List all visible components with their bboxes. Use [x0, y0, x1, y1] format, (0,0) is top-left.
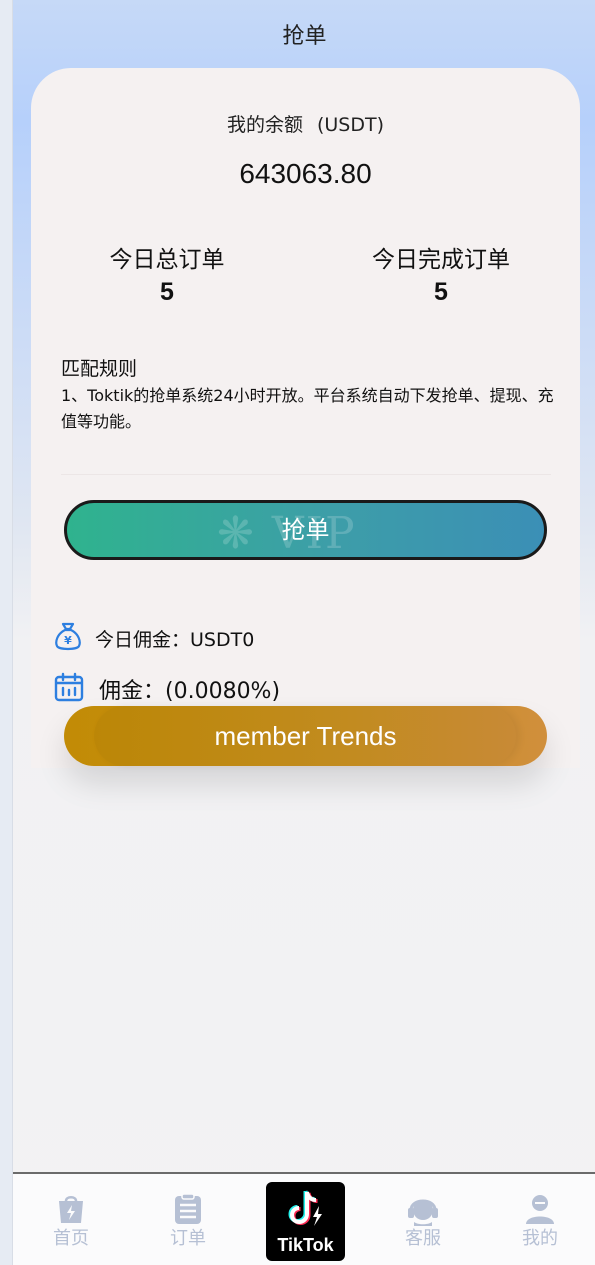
divider — [61, 474, 551, 475]
tab-mine-label: 我的 — [522, 1228, 558, 1249]
balance-label-row: 我的余额 (USDT) — [31, 110, 580, 137]
balance-label: 我的余额 — [226, 114, 303, 136]
tiktok-logo-icon — [286, 1188, 326, 1234]
tab-home[interactable]: 首页 — [31, 1192, 111, 1250]
bottom-tab-bar: 首页 订单 TikTok 客服 我的 — [13, 1172, 595, 1265]
today-commission-row: ¥ 今日佣金：USDT0 — [53, 620, 254, 656]
tab-customer-service[interactable]: 客服 — [383, 1192, 463, 1250]
svg-text:¥: ¥ — [64, 634, 72, 647]
tab-customer-service-label: 客服 — [405, 1228, 441, 1249]
today-total-value: 5 — [160, 278, 174, 306]
clipboard-icon — [148, 1192, 228, 1226]
matching-rules: 匹配规则 1、Toktik的抢单系统24小时开放。平台系统自动下发抢单、提现、充… — [61, 354, 561, 435]
app-screen: 抢单 我的余额 (USDT) 643063.80 今日总订单 5 今日完成订单 5… — [12, 0, 595, 1265]
today-completed-value: 5 — [434, 278, 448, 306]
member-trends-label: member Trends — [214, 721, 397, 751]
grab-order-label: 抢单 — [281, 516, 330, 544]
today-total-orders: 今日总订单 5 — [67, 240, 267, 307]
tab-tiktok[interactable]: TikTok — [266, 1182, 345, 1261]
tab-orders-label: 订单 — [170, 1228, 206, 1249]
today-commission-text: 今日佣金：USDT0 — [95, 628, 255, 651]
tab-orders[interactable]: 订单 — [148, 1192, 228, 1250]
tab-home-label: 首页 — [53, 1228, 89, 1249]
today-completed-orders: 今日完成订单 5 — [341, 240, 541, 307]
today-completed-label: 今日完成订单 — [372, 247, 510, 273]
calendar-icon — [53, 671, 85, 707]
money-bag-icon: ¥ — [53, 620, 83, 656]
commission-rate-text: 佣金：(0.0080%) — [99, 679, 281, 704]
commission-rate-row: 佣金：(0.0080%) — [53, 671, 280, 707]
user-icon — [500, 1192, 580, 1226]
order-card: 我的余额 (USDT) 643063.80 今日总订单 5 今日完成订单 5 匹配… — [31, 68, 580, 768]
rules-text: 1、Toktik的抢单系统24小时开放。平台系统自动下发抢单、提现、充值等功能。 — [61, 386, 554, 431]
home-bag-icon — [31, 1192, 111, 1226]
balance-unit: (USDT) — [316, 114, 385, 136]
grab-order-button[interactable]: ❋ VIP 抢单 — [64, 500, 547, 560]
page-title: 抢单 — [282, 24, 327, 49]
tab-mine[interactable]: 我的 — [500, 1192, 580, 1250]
balance-value: 643063.80 — [239, 158, 372, 189]
tiktok-wordmark: TikTok — [277, 1235, 334, 1255]
today-total-label: 今日总订单 — [109, 247, 225, 273]
headset-icon — [383, 1192, 463, 1226]
rules-title: 匹配规则 — [61, 358, 138, 380]
member-trends-button[interactable]: member Trends — [64, 706, 547, 766]
